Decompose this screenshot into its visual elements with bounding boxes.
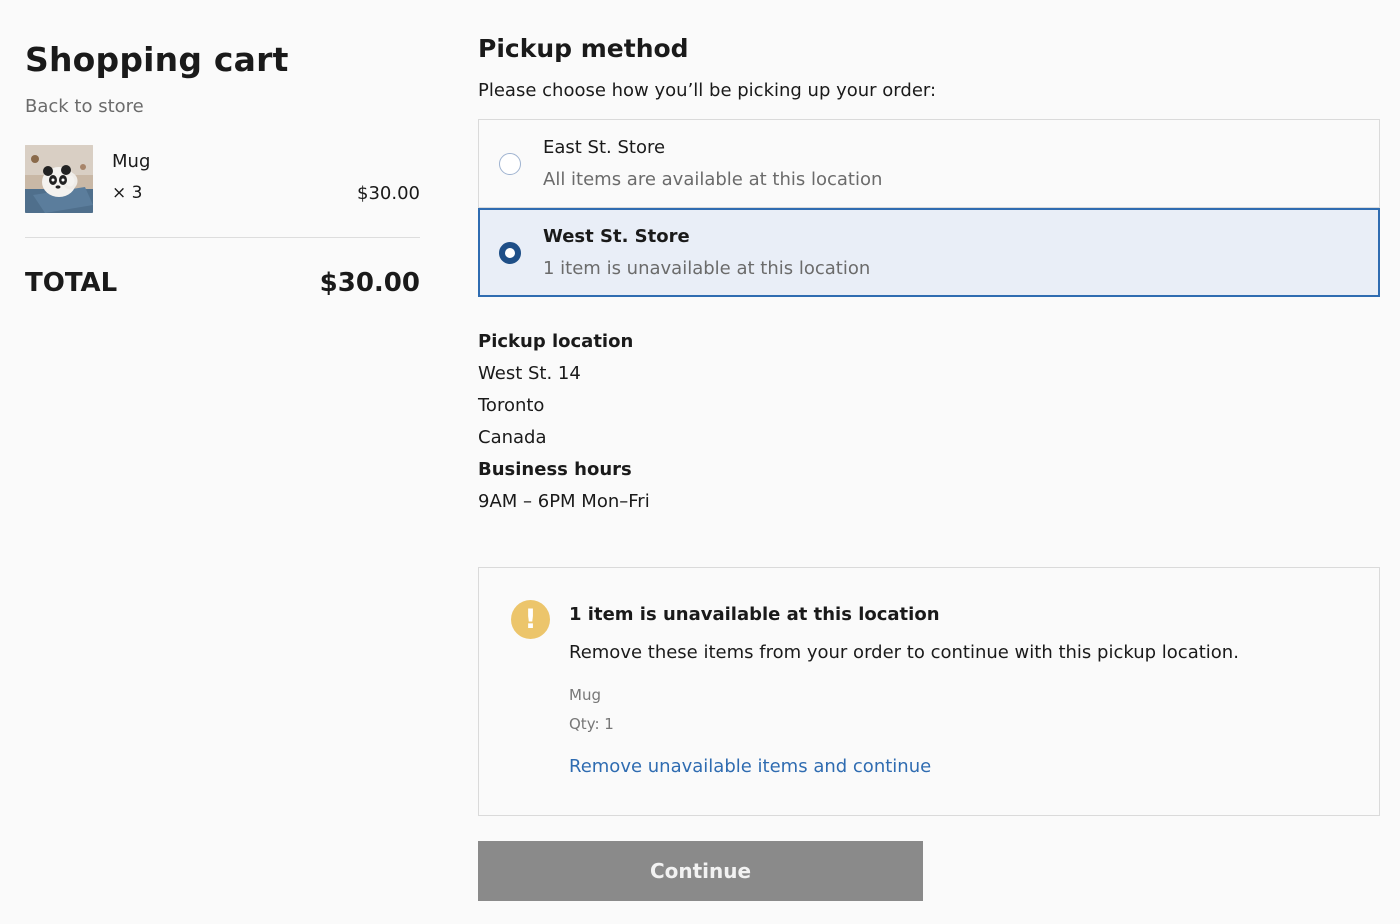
product-thumbnail	[25, 145, 93, 213]
option-description: 1 item is unavailable at this location	[543, 258, 871, 279]
cart-item-name: Mug	[112, 151, 151, 172]
continue-button[interactable]: Continue	[478, 841, 923, 901]
option-description: All items are available at this location	[543, 169, 883, 190]
pickup-location-details: Pickup location West St. 14 Toronto Cana…	[478, 326, 1380, 518]
pickup-options: East St. Store All items are available a…	[478, 119, 1380, 297]
pickup-option-west-st[interactable]: West St. Store 1 item is unavailable at …	[478, 208, 1380, 297]
location-street: West St. 14	[478, 363, 581, 384]
radio-button-west-st[interactable]	[499, 242, 521, 264]
cart-title: Shopping cart	[25, 40, 289, 79]
total-value: $30.00	[319, 268, 420, 298]
unavailable-items-alert: ! 1 item is unavailable at this location…	[478, 567, 1380, 816]
checkout-page: Shopping cart Back to store Mug × 3 $30.…	[0, 0, 1400, 924]
cart-summary: Shopping cart Back to store Mug × 3 $30.…	[25, 38, 420, 298]
location-country: Canada	[478, 427, 547, 448]
alert-title: 1 item is unavailable at this location	[569, 604, 940, 625]
option-name: East St. Store	[543, 137, 666, 158]
business-hours: 9AM – 6PM Mon–Fri	[478, 491, 650, 512]
option-name: West St. Store	[543, 226, 690, 247]
pickup-option-east-st[interactable]: East St. Store All items are available a…	[478, 119, 1380, 208]
business-hours-heading: Business hours	[478, 459, 632, 480]
back-to-store-link[interactable]: Back to store	[25, 96, 144, 117]
location-city: Toronto	[478, 395, 545, 416]
unavailable-item-quantity: Qty: 1	[569, 715, 614, 733]
pickup-method-section: Pickup method Please choose how you’ll b…	[478, 32, 1380, 901]
alert-message: Remove these items from your order to co…	[569, 642, 1239, 663]
pickup-title: Pickup method	[478, 34, 689, 63]
total-label: TOTAL	[25, 268, 118, 298]
pickup-location-heading: Pickup location	[478, 331, 634, 352]
unavailable-item-name: Mug	[569, 686, 601, 704]
cart-line-item: Mug × 3 $30.00	[25, 145, 420, 214]
pickup-subtitle: Please choose how you’ll be picking up y…	[478, 80, 937, 101]
cart-total-row: TOTAL $30.00	[25, 268, 420, 298]
cart-item-price: $30.00	[357, 183, 420, 204]
cart-divider	[25, 237, 420, 238]
warning-exclamation-icon: !	[511, 600, 550, 639]
cart-item-quantity: × 3	[112, 183, 143, 203]
radio-button-east-st[interactable]	[499, 153, 521, 175]
remove-unavailable-items-link[interactable]: Remove unavailable items and continue	[569, 756, 931, 777]
